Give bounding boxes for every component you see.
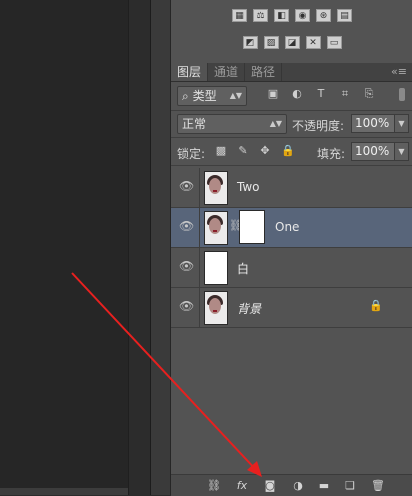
color-lookup-icon[interactable]: ▤	[337, 9, 352, 22]
adjustments-row-1: ▦ ⚖ ◧ ◉ ⊛ ▤	[171, 9, 412, 22]
fill-dropdown-icon[interactable]: ▼	[394, 142, 409, 161]
opacity-label: 不透明度:	[292, 119, 345, 133]
layer-row-two[interactable]: 👁 Two	[171, 168, 412, 208]
dock-strip	[150, 0, 171, 495]
photo-filter-icon[interactable]: ◉	[295, 9, 310, 22]
search-icon: ⌕	[182, 89, 189, 103]
lock-all-icon[interactable]: 🔒	[281, 145, 295, 157]
divider	[171, 165, 412, 166]
layers-list: 👁 Two 👁 ⛓ One 👁 白 👁 背景 🔒	[171, 168, 412, 328]
blend-mode-value: 正常	[182, 117, 207, 131]
divider	[171, 137, 412, 138]
new-group-icon[interactable]: ▬	[317, 479, 331, 492]
add-mask-icon[interactable]: ◙	[263, 479, 277, 492]
opacity-dropdown-icon[interactable]: ▼	[394, 114, 409, 133]
lock-label: 锁定:	[177, 147, 206, 161]
new-layer-icon[interactable]: ❏	[343, 479, 357, 492]
eye-icon[interactable]: 👁	[179, 219, 194, 233]
lock-image-icon[interactable]: ✎	[237, 145, 249, 157]
eye-icon[interactable]: 👁	[179, 259, 194, 273]
opacity-input[interactable]: 100%	[351, 114, 395, 133]
tab-channels[interactable]: 通道	[208, 63, 246, 81]
invert-icon[interactable]: ◩	[242, 36, 258, 49]
link-layers-icon[interactable]: ⛓	[207, 479, 221, 492]
dock-gutter	[128, 0, 151, 495]
horizontal-scrollbar[interactable]	[0, 488, 128, 495]
threshold-icon[interactable]: ◪	[284, 36, 300, 49]
fill-input[interactable]: 100%	[351, 142, 395, 161]
filter-toggle[interactable]	[399, 88, 405, 101]
filter-kind-label: 类型	[192, 89, 217, 103]
divider	[199, 208, 200, 247]
layer-row-white[interactable]: 👁 白	[171, 248, 412, 288]
divider	[199, 288, 200, 327]
layer-name[interactable]: Two	[237, 180, 260, 194]
adjustments-row-2: ◩ ▨ ◪ ✕ ▭	[171, 36, 412, 49]
divider	[199, 168, 200, 207]
fx-icon[interactable]: fx	[235, 479, 249, 492]
filter-pixel-icon[interactable]: ▣	[267, 88, 279, 100]
delete-icon[interactable]: 🗑	[371, 479, 385, 492]
posterize-icon[interactable]: ▨	[263, 36, 279, 49]
layer-thumbnail	[204, 171, 228, 205]
black-white-icon[interactable]: ◧	[274, 9, 289, 22]
layer-thumbnail	[204, 251, 228, 285]
selective-color-icon[interactable]: ✕	[305, 36, 321, 49]
tab-paths[interactable]: 路径	[245, 63, 283, 81]
lock-transparent-icon[interactable]: ▩	[215, 145, 227, 157]
chevron-updown-icon: ▲▼	[269, 119, 282, 128]
chevron-updown-icon: ▲▼	[229, 91, 242, 100]
filter-type-icon[interactable]: T	[315, 88, 327, 100]
layer-thumbnail	[204, 291, 228, 325]
eye-icon[interactable]: 👁	[179, 299, 194, 313]
lock-position-icon[interactable]: ✥	[259, 145, 271, 157]
balance-icon[interactable]: ⚖	[253, 9, 268, 22]
levels-icon[interactable]: ▦	[232, 9, 247, 22]
blend-mode-select[interactable]: 正常 ▲▼	[177, 114, 287, 134]
channel-mixer-icon[interactable]: ⊛	[316, 9, 331, 22]
document-canvas-area	[0, 0, 128, 495]
layer-name[interactable]: One	[275, 220, 299, 234]
fill-label: 填充:	[317, 147, 346, 161]
layer-mask-thumbnail[interactable]	[239, 210, 265, 244]
eye-icon[interactable]: 👁	[179, 179, 194, 193]
adjustment-layer-icon[interactable]: ◑	[291, 479, 305, 492]
divider	[199, 248, 200, 287]
layers-bottom-toolbar: ⛓ fx ◙ ◑ ▬ ❏ 🗑	[171, 474, 412, 496]
panel-menu-icon[interactable]: «≡	[391, 63, 407, 81]
layer-name[interactable]: 背景	[237, 300, 261, 317]
filter-adjustment-icon[interactable]: ◐	[291, 88, 303, 100]
layer-thumbnail	[204, 211, 228, 245]
filter-kind-select[interactable]: ⌕ 类型 ▲▼	[177, 86, 247, 106]
filter-smart-object-icon[interactable]: ⎘	[363, 88, 375, 100]
layers-panel: ▦ ⚖ ◧ ◉ ⊛ ▤ ◩ ▨ ◪ ✕ ▭ 图层 通道 路径 «≡ ⌕ 类型 ▲…	[170, 0, 412, 496]
filter-shape-icon[interactable]: ⌗	[339, 88, 351, 100]
lock-icon: 🔒	[369, 299, 383, 312]
gradient-map-icon[interactable]: ▭	[326, 36, 342, 49]
panel-tabs: 图层 通道 路径 «≡	[171, 63, 412, 82]
divider	[171, 110, 412, 111]
layer-row-one[interactable]: 👁 ⛓ One	[171, 208, 412, 248]
tab-layers[interactable]: 图层	[171, 63, 209, 81]
layer-row-background[interactable]: 👁 背景 🔒	[171, 288, 412, 328]
layer-name[interactable]: 白	[237, 260, 249, 277]
